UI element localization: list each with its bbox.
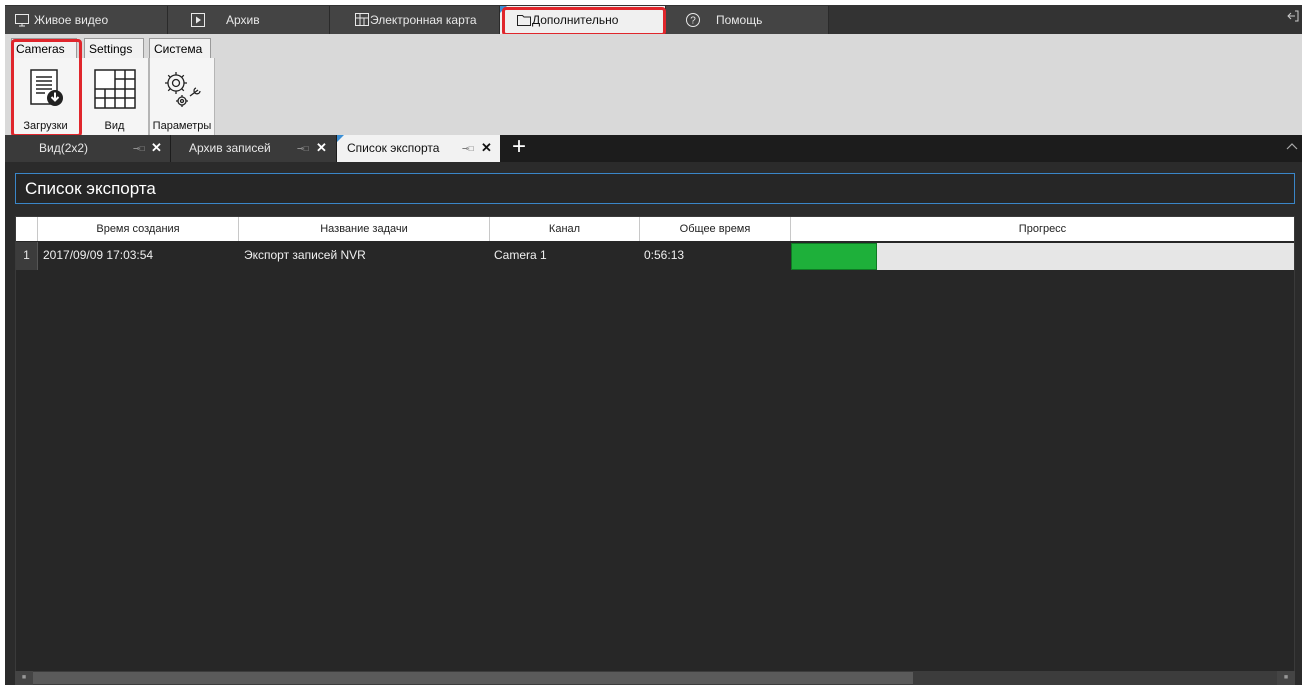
doc-tab-archive-records[interactable]: Архив записей ⊸□ ✕ [171,135,337,162]
page-title-box: Список экспорта [15,173,1295,204]
document-tabs: Вид(2x2) ⊸□ ✕ Архив записей ⊸□ ✕ Список … [5,135,1302,162]
horizontal-scrollbar[interactable]: ■ ■ [15,671,1295,685]
tab-label: Архив [226,13,260,27]
ribbon-tab-system[interactable]: Система [149,38,211,58]
column-header-created[interactable]: Время создания [38,217,239,241]
tab-label: Помощь [716,13,763,27]
cell-task: Экспорт записей NVR [244,248,366,262]
progress-fill [791,243,877,270]
tab-label: Дополнительно [532,13,619,27]
scroll-right-button[interactable]: ■ [1277,671,1295,685]
view-label: Вид [104,120,125,132]
row-number-header [16,217,38,241]
download-list-icon [29,69,63,106]
tab-emap[interactable]: Электронная карта [330,6,500,34]
downloads-button[interactable]: Загрузки [12,58,79,135]
progress-bar [791,243,1294,270]
view-button[interactable]: Вид [81,58,148,135]
app-window: Живое видео Архив Электронная карта Допо… [5,5,1302,685]
ribbon-group-system: Параметры [149,58,215,135]
grid-view-icon [93,69,136,109]
svg-text:?: ? [690,16,696,27]
ribbon-tab-cameras[interactable]: Cameras [11,38,77,58]
cell-duration: 0:56:13 [644,248,685,262]
ribbon-group-settings: Вид [80,58,149,135]
table-header: Время создания Название задачи Канал Общ… [16,217,1294,241]
pin-icon[interactable]: ⊸□ [297,144,309,153]
doc-tab-label: Вид(2x2) [39,141,89,155]
column-header-progress[interactable]: Прогресс [791,217,1294,241]
row-number: 1 [16,242,38,270]
doc-tab-view-2x2[interactable]: Вид(2x2) ⊸□ ✕ [5,135,171,162]
active-tab-marker [500,6,507,13]
tab-live-video[interactable]: Живое видео [5,6,168,34]
cell-channel: Camera 1 [494,248,547,262]
pin-icon[interactable]: ⊸□ [462,144,474,153]
downloads-label: Загрузки [23,120,68,132]
table-row[interactable]: 1 2017/09/09 17:03:54 Экспорт записей NV… [16,242,1294,270]
doc-tab-label: Список экспорта [347,141,440,155]
detach-icon[interactable] [1286,9,1300,23]
play-icon [190,12,206,28]
add-tab-button[interactable]: + [508,135,530,159]
tab-archive[interactable]: Архив [168,6,330,34]
parameters-label: Параметры [152,120,212,132]
map-icon [354,12,370,28]
close-icon[interactable]: ✕ [481,140,492,156]
close-icon[interactable]: ✕ [316,140,327,156]
help-icon: ? [685,12,701,28]
active-tab-marker [337,135,344,142]
ribbon-tab-settings[interactable]: Settings [84,38,144,58]
cell-created: 2017/09/09 17:03:54 [43,248,154,262]
tab-additional[interactable]: Дополнительно [500,6,666,34]
column-header-duration[interactable]: Общее время [640,217,791,241]
scroll-left-button[interactable]: ■ [15,671,33,685]
close-icon[interactable]: ✕ [151,140,162,156]
column-header-task[interactable]: Название задачи [239,217,490,241]
tab-help[interactable]: ? Помощь [666,6,829,34]
tab-label: Электронная карта [370,13,477,27]
parameters-button[interactable]: Параметры [150,58,214,135]
tab-label: Живое видео [34,13,109,27]
scroll-thumb[interactable] [33,672,913,684]
pin-icon[interactable]: ⊸□ [133,144,145,153]
column-header-channel[interactable]: Канал [490,217,640,241]
export-table: Время создания Название задачи Канал Общ… [15,216,1295,680]
doc-tab-label: Архив записей [189,141,271,155]
doc-tab-export-list[interactable]: Список экспорта ⊸□ ✕ [337,135,501,162]
export-list-panel: Список экспорта Время создания Название … [5,162,1302,685]
settings-gears-icon [165,72,201,107]
ribbon: Cameras Settings Система Загрузки Вид Па… [5,34,1302,135]
chevron-up-icon[interactable] [1286,140,1298,150]
ribbon-group-cameras: Загрузки [11,58,80,135]
folder-icon [516,12,532,28]
monitor-icon [14,12,30,28]
main-nav: Живое видео Архив Электронная карта Допо… [5,5,1302,34]
page-title: Список экспорта [25,179,156,198]
